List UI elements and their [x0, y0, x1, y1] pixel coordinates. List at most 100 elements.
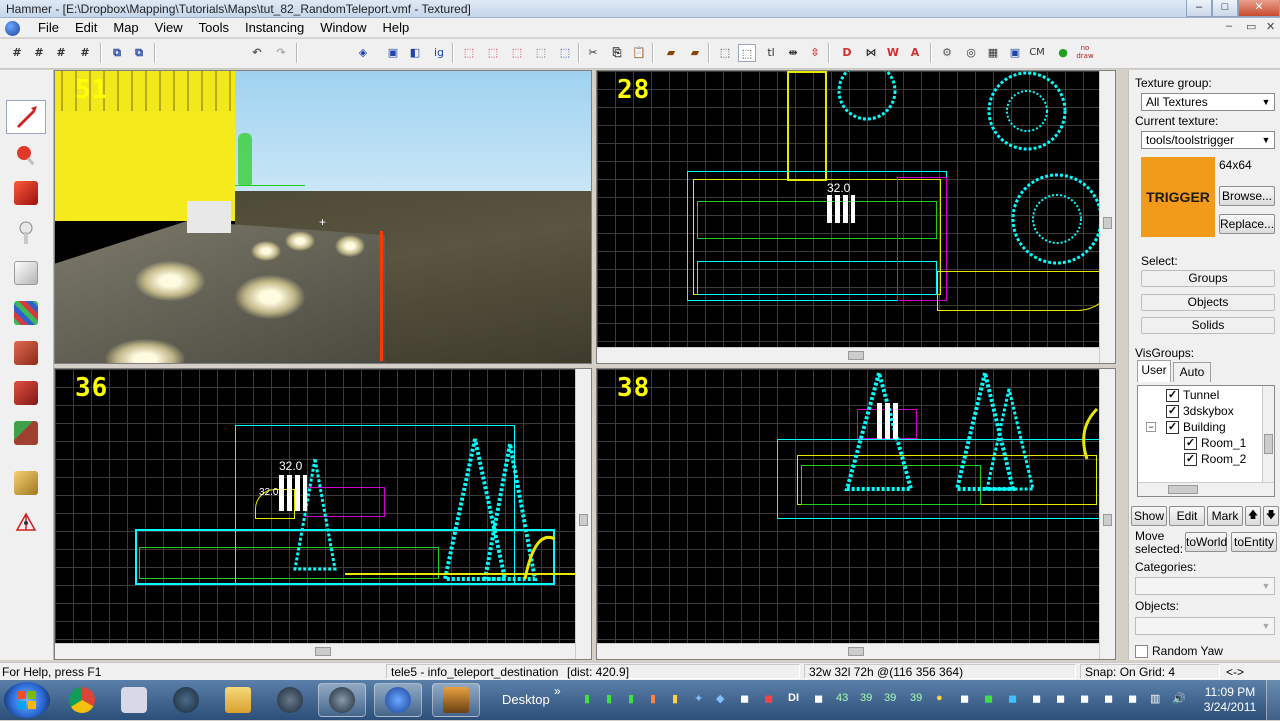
- check-map-icon[interactable]: ◎: [962, 44, 980, 62]
- draw-lights-icon[interactable]: A: [906, 44, 924, 62]
- network-icon[interactable]: ▥: [1150, 692, 1160, 705]
- tray-temp-2[interactable]: 39: [860, 692, 872, 704]
- camera-tool[interactable]: [6, 176, 46, 210]
- overlay-tool[interactable]: [6, 376, 46, 410]
- texture-preview[interactable]: TRIGGER: [1141, 157, 1215, 237]
- mdi-minimize-button[interactable]: –: [1226, 20, 1232, 32]
- move-up-button[interactable]: 🡅: [1245, 506, 1261, 526]
- block-tool[interactable]: [6, 256, 46, 290]
- flip-vertical-icon[interactable]: ⇳: [806, 44, 824, 62]
- hammer-app-icon[interactable]: [5, 21, 20, 36]
- vertical-scrollbar[interactable]: [1099, 369, 1115, 659]
- undo-icon[interactable]: ↶: [248, 44, 266, 62]
- minimize-button[interactable]: –: [1186, 0, 1212, 17]
- select-solids-button[interactable]: Solids: [1141, 317, 1275, 334]
- tray-app-icon[interactable]: ◼: [1080, 692, 1089, 705]
- tray-app-icon[interactable]: ◼: [740, 692, 749, 705]
- horizontal-scrollbar[interactable]: [55, 643, 575, 659]
- compile-icon[interactable]: ▦: [984, 44, 1002, 62]
- selection-box-icon[interactable]: ⬚: [716, 44, 734, 62]
- select-objects-button[interactable]: Objects: [1141, 294, 1275, 311]
- tray-temp-1[interactable]: 43: [836, 692, 848, 704]
- visgroup-checkbox[interactable]: ✓: [1184, 436, 1197, 450]
- visgroup-checkbox[interactable]: ✓: [1166, 404, 1179, 418]
- chevron-right-icon[interactable]: »: [554, 684, 561, 698]
- vertical-scrollbar[interactable]: [575, 369, 591, 659]
- tray-app-icon[interactable]: ◼: [1056, 692, 1065, 705]
- menu-help[interactable]: Help: [374, 20, 417, 36]
- categories-dropdown[interactable]: ▼: [1135, 577, 1275, 595]
- texture-lock-icon[interactable]: ▣: [384, 44, 402, 62]
- mdi-restore-button[interactable]: ▭: [1246, 20, 1256, 33]
- camera-viewport[interactable]: + 51: [54, 70, 592, 364]
- show-button[interactable]: Show: [1131, 506, 1167, 526]
- side-2d-viewport[interactable]: 38: [596, 368, 1116, 660]
- visgroup-checkbox[interactable]: ✓: [1184, 452, 1197, 466]
- tray-app-icon[interactable]: ▮: [650, 692, 656, 705]
- ignore-groups-button[interactable]: ig: [430, 44, 448, 62]
- scroll-thumb[interactable]: [1103, 514, 1112, 526]
- redo-icon[interactable]: ↷: [272, 44, 290, 62]
- radius-culling-icon[interactable]: D: [838, 44, 856, 62]
- show-desktop-button[interactable]: [1266, 680, 1280, 720]
- tray-app-icon[interactable]: ◼: [984, 692, 993, 705]
- visgroup-checkbox[interactable]: ✓: [1166, 420, 1179, 434]
- taskbar-explorer[interactable]: [214, 683, 262, 717]
- chevron-down-icon[interactable]: ▼: [1260, 134, 1272, 146]
- desktop-toolbar-label[interactable]: Desktop: [502, 692, 550, 707]
- draw-models-icon[interactable]: W: [884, 44, 902, 62]
- transform-tool-button[interactable]: tl: [762, 44, 780, 62]
- selection-tool-icon[interactable]: ⬚: [738, 44, 756, 62]
- grid-smaller-icon[interactable]: #: [52, 44, 70, 62]
- grid-toggle-icon[interactable]: #: [8, 44, 26, 62]
- visgroup-checkbox[interactable]: ✓: [1166, 388, 1179, 402]
- random-yaw-checkbox[interactable]: [1135, 644, 1148, 658]
- taskbar-counter-strike[interactable]: [432, 683, 480, 717]
- front-2d-viewport[interactable]: 32.0 32.0 36: [54, 368, 592, 660]
- grid-3d-icon[interactable]: #: [30, 44, 48, 62]
- run-map-icon[interactable]: ▣: [1006, 44, 1024, 62]
- scroll-thumb[interactable]: [1103, 217, 1112, 229]
- entity-tool[interactable]: [6, 216, 46, 250]
- mark-button[interactable]: Mark: [1207, 506, 1243, 526]
- start-button[interactable]: [4, 682, 50, 718]
- select-groups-button[interactable]: Groups: [1141, 270, 1275, 287]
- global-tool-icon[interactable]: ●: [1054, 44, 1072, 62]
- taskbar-clock[interactable]: 11:09 PM 3/24/2011: [1200, 685, 1260, 715]
- tab-auto[interactable]: Auto: [1173, 362, 1211, 382]
- scroll-thumb[interactable]: [1264, 434, 1273, 454]
- tray-app-icon[interactable]: ◼: [764, 692, 773, 705]
- clipping-tool[interactable]: [6, 416, 46, 450]
- flip-horizontal-icon[interactable]: ⇹: [784, 44, 802, 62]
- replace-textures-icon[interactable]: ▰: [686, 44, 704, 62]
- edit-button[interactable]: Edit: [1169, 506, 1205, 526]
- scroll-thumb[interactable]: [848, 647, 864, 656]
- vertical-scrollbar[interactable]: [1099, 71, 1115, 363]
- tray-app-icon[interactable]: ◼: [1008, 692, 1017, 705]
- volume-icon[interactable]: 🔊: [1172, 692, 1186, 705]
- tray-app-icon[interactable]: ▮: [606, 692, 612, 705]
- horizontal-scrollbar[interactable]: [597, 347, 1099, 363]
- tab-user[interactable]: User: [1137, 360, 1171, 382]
- tray-temp-4[interactable]: 39: [910, 692, 922, 704]
- draw-helpers-icon[interactable]: ⋈: [862, 44, 880, 62]
- move-down-button[interactable]: 🡇: [1263, 506, 1279, 526]
- cut-icon[interactable]: ✂: [584, 44, 602, 62]
- texture-scale-lock-icon[interactable]: ◧: [406, 44, 424, 62]
- replace-button[interactable]: Replace...: [1219, 214, 1275, 234]
- menu-map[interactable]: Map: [105, 20, 146, 36]
- chevron-down-icon[interactable]: ▼: [1260, 96, 1272, 108]
- close-button[interactable]: ✕: [1238, 0, 1280, 17]
- taskbar-steam-open[interactable]: [318, 683, 366, 717]
- carve-icon[interactable]: ◈: [354, 44, 372, 62]
- chevron-down-icon[interactable]: ▼: [1260, 580, 1272, 592]
- menu-file[interactable]: File: [30, 20, 67, 36]
- texture-application-icon[interactable]: ▰: [662, 44, 680, 62]
- copy-icon[interactable]: ⎘: [608, 44, 626, 62]
- objects-dropdown[interactable]: ▼: [1135, 617, 1275, 635]
- menu-edit[interactable]: Edit: [67, 20, 105, 36]
- group-icon[interactable]: ⧉: [108, 44, 126, 62]
- random-yaw-option[interactable]: Random Yaw: [1135, 644, 1223, 658]
- tree-vertical-scrollbar[interactable]: [1262, 386, 1274, 482]
- chevron-down-icon[interactable]: ▼: [1260, 620, 1272, 632]
